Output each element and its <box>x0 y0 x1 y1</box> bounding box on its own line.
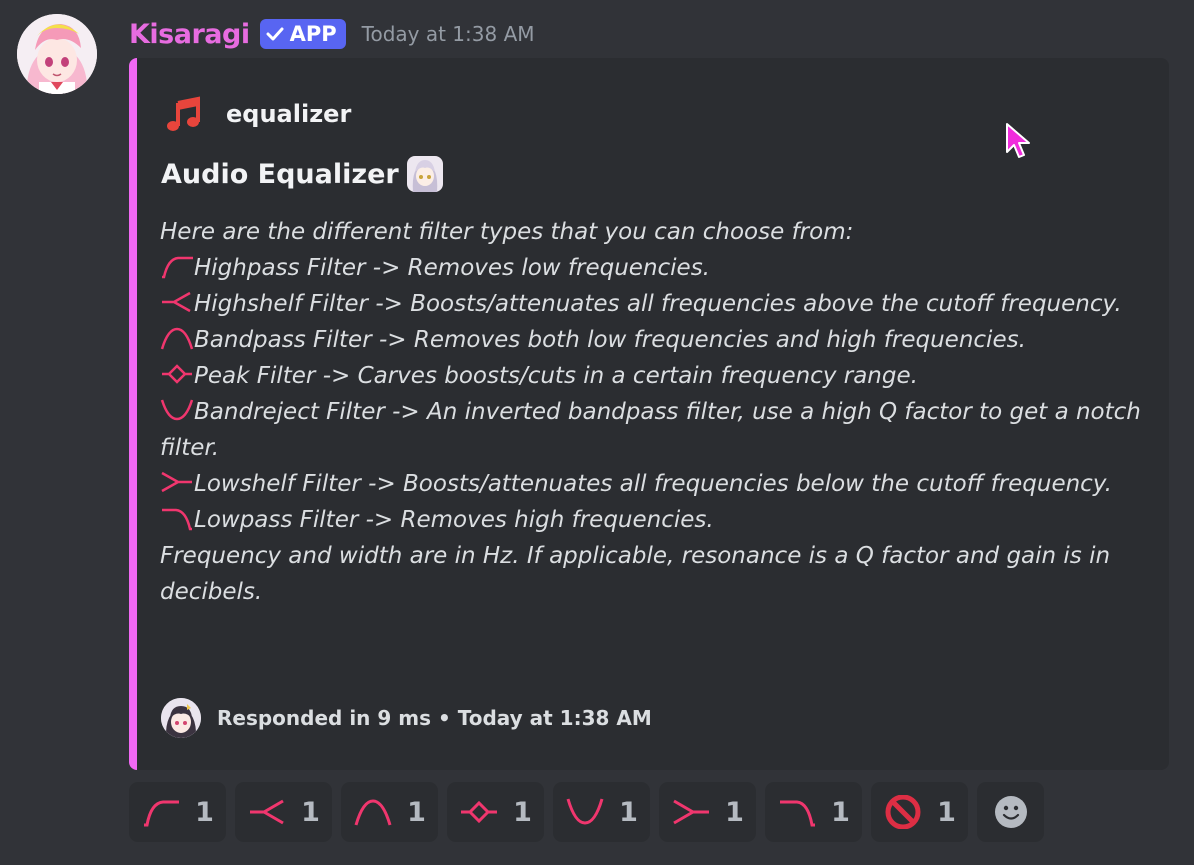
anime-emoji-icon <box>406 156 443 192</box>
embed-accent-bar <box>129 58 137 770</box>
mouse-cursor-icon <box>1006 123 1030 158</box>
reaction-lowpass[interactable]: 1 <box>765 782 862 842</box>
message-header: Kisaragi APP Today at 1:38 AM <box>129 14 535 54</box>
reaction-bandpass[interactable]: 1 <box>341 782 438 842</box>
message-timestamp[interactable]: Today at 1:38 AM <box>362 22 535 46</box>
embed-title-text: Audio Equalizer <box>161 158 399 190</box>
lowshelf-icon <box>673 799 710 825</box>
embed-footer: Responded in 9 ms • Today at 1:38 AM <box>161 698 652 738</box>
reaction-bandreject[interactable]: 1 <box>553 782 650 842</box>
anime-girl-avatar-image <box>17 14 97 94</box>
reaction-peak[interactable]: 1 <box>447 782 544 842</box>
filter-line: Peak Filter -> Carves boosts/cuts in a c… <box>160 358 1150 394</box>
app-badge: APP <box>259 19 346 49</box>
embed-description: Here are the different filter types that… <box>160 214 1150 610</box>
lowpass-icon <box>780 800 816 827</box>
filter-text: Highpass Filter -> Removes low frequenci… <box>194 255 710 281</box>
reaction-highshelf[interactable]: 1 <box>235 782 332 842</box>
filter-text: Lowpass Filter -> Removes high frequenci… <box>194 507 714 533</box>
highpass-icon <box>162 256 193 279</box>
checkmark-icon <box>266 27 284 41</box>
reaction-count: 1 <box>513 796 532 828</box>
filter-line: Lowshelf Filter -> Boosts/attenuates all… <box>160 466 1150 502</box>
filter-line: Bandreject Filter -> An inverted bandpas… <box>160 394 1150 466</box>
username[interactable]: Kisaragi <box>129 19 250 50</box>
filter-line: Highpass Filter -> Removes low frequenci… <box>160 250 1150 286</box>
embed-title: Audio Equalizer <box>161 156 443 192</box>
filter-line: Bandpass Filter -> Removes both low freq… <box>160 322 1150 358</box>
filter-text: Lowshelf Filter -> Boosts/attenuates all… <box>194 471 1112 497</box>
highshelf-icon <box>250 799 284 825</box>
reaction-count: 1 <box>831 796 850 828</box>
badge-label: APP <box>289 22 337 46</box>
filter-text: Highshelf Filter -> Boosts/attenuates al… <box>194 291 1122 317</box>
bandreject-icon <box>160 399 194 421</box>
bandpass-icon <box>354 799 392 826</box>
reaction-count: 1 <box>725 796 744 828</box>
reaction-count: 1 <box>619 796 638 828</box>
embed-card: equalizer Audio Equalizer Here are the d… <box>129 58 1169 770</box>
highshelf-icon <box>162 291 191 313</box>
reactions-bar: 1 1 1 1 1 1 1 1 <box>129 782 1044 842</box>
embed-footer-text: Responded in 9 ms • Today at 1:38 AM <box>217 706 652 730</box>
embed-author: equalizer <box>164 94 351 134</box>
footer-avatar <box>161 698 201 738</box>
filter-text: Bandreject Filter -> An inverted bandpas… <box>160 399 1141 461</box>
reaction-count: 1 <box>195 796 214 828</box>
reaction-no-entry[interactable]: 1 <box>871 782 968 842</box>
lowshelf-icon <box>161 471 192 493</box>
embed-author-name: equalizer <box>226 100 352 128</box>
intro-line: Here are the different filter types that… <box>160 219 854 245</box>
reaction-lowshelf[interactable]: 1 <box>659 782 756 842</box>
filter-line: Lowpass Filter -> Removes high frequenci… <box>160 502 1150 538</box>
lowpass-icon <box>162 508 192 531</box>
bandreject-icon <box>566 798 604 825</box>
peak-icon <box>461 800 498 824</box>
reaction-count: 1 <box>407 796 426 828</box>
reaction-count: 1 <box>301 796 320 828</box>
musical-note-icon <box>167 96 200 131</box>
user-avatar[interactable] <box>17 14 97 94</box>
reaction-count: 1 <box>937 796 956 828</box>
outro-line: Frequency and width are in Hz. If applic… <box>160 543 1111 605</box>
smiley-face-icon <box>994 796 1027 828</box>
bandpass-icon <box>160 327 194 350</box>
filter-text: Peak Filter -> Carves boosts/cuts in a c… <box>194 363 918 389</box>
filter-line: Highshelf Filter -> Boosts/attenuates al… <box>160 286 1150 322</box>
peak-icon <box>162 364 192 384</box>
reaction-highpass[interactable]: 1 <box>129 782 226 842</box>
highpass-icon <box>144 800 180 827</box>
no-entry-icon <box>885 795 921 829</box>
filter-text: Bandpass Filter -> Removes both low freq… <box>194 327 1026 353</box>
add-reaction-button[interactable] <box>977 782 1044 842</box>
